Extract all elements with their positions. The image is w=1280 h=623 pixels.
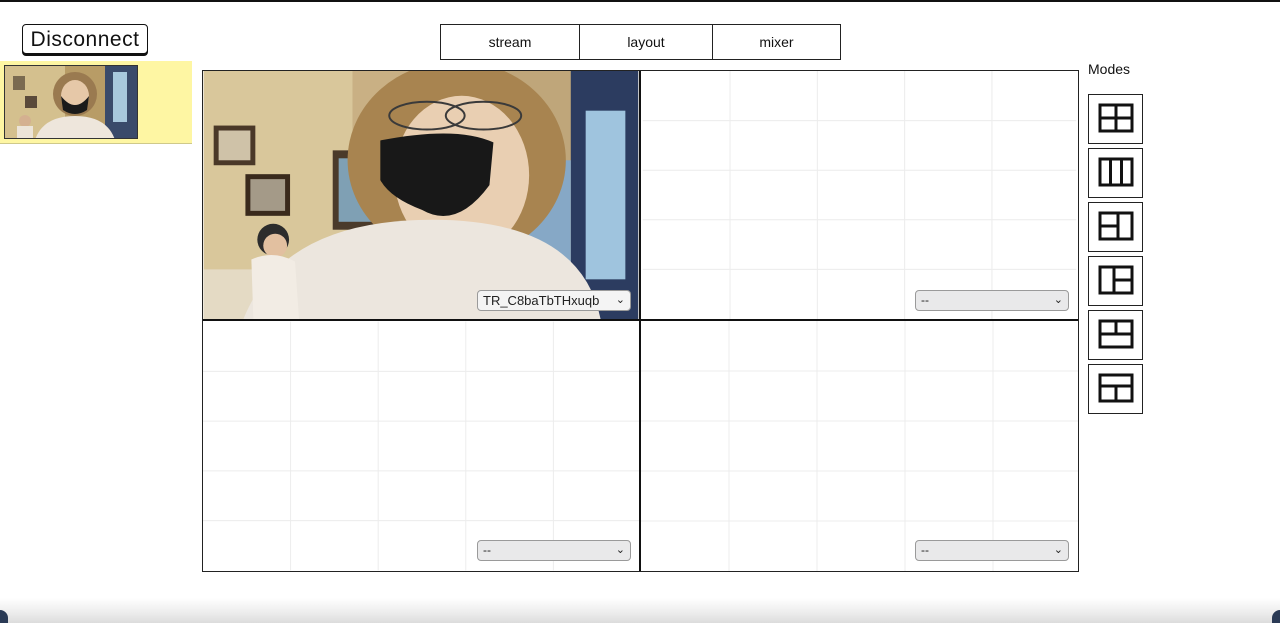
source-select-2[interactable]: -- ⌄ <box>915 290 1069 311</box>
tab-layout[interactable]: layout <box>580 25 713 59</box>
source-select-value: -- <box>921 543 929 557</box>
source-select-4[interactable]: -- ⌄ <box>915 540 1069 561</box>
mode-button-split-left[interactable] <box>1088 202 1143 252</box>
grid-cell-2[interactable]: -- ⌄ <box>641 71 1078 321</box>
source-select-3[interactable]: -- ⌄ <box>477 540 631 561</box>
chevron-down-icon: ⌄ <box>615 294 625 306</box>
top-border <box>0 0 1280 2</box>
empty-cell-grid <box>641 321 1078 571</box>
grid-cell-3[interactable]: -- ⌄ <box>203 321 641 571</box>
source-select-value: -- <box>483 543 491 557</box>
source-select-value: TR_C8baTbTHxuqb <box>483 293 600 308</box>
split-bottom-icon <box>1098 373 1134 403</box>
empty-cell-grid <box>642 71 1077 319</box>
window-bottom-shadow <box>0 598 1280 623</box>
empty-cell-grid <box>203 321 639 571</box>
layout-grid: TR_C8baTbTHxuqb ⌄ -- ⌄ -- ⌄ -- ⌄ <box>202 70 1079 572</box>
grid-2x2-icon <box>1098 103 1134 133</box>
split-left-icon <box>1098 211 1134 241</box>
disconnect-button[interactable]: Disconnect <box>22 24 148 54</box>
participant-thumbnail[interactable] <box>4 65 138 139</box>
chevron-down-icon: ⌄ <box>1053 544 1063 556</box>
chevron-down-icon: ⌄ <box>615 544 625 556</box>
mode-button-split-bottom[interactable] <box>1088 364 1143 414</box>
webcam-video-feed <box>203 71 639 319</box>
mode-button-columns-3[interactable] <box>1088 148 1143 198</box>
view-tabs: stream layout mixer <box>440 24 841 60</box>
participant-preview-panel <box>0 61 192 144</box>
grid-cell-4[interactable]: -- ⌄ <box>641 321 1078 571</box>
split-top-icon <box>1098 319 1134 349</box>
source-select-value: -- <box>921 293 929 307</box>
chevron-down-icon: ⌄ <box>1053 294 1063 306</box>
split-right-icon <box>1098 265 1134 295</box>
source-select-1[interactable]: TR_C8baTbTHxuqb ⌄ <box>477 290 631 311</box>
webcam-thumbnail-image <box>5 66 137 138</box>
tab-stream[interactable]: stream <box>441 25 580 59</box>
mode-button-split-right[interactable] <box>1088 256 1143 306</box>
tab-mixer[interactable]: mixer <box>713 25 840 59</box>
grid-cell-1[interactable]: TR_C8baTbTHxuqb ⌄ <box>203 71 641 321</box>
columns-3-icon <box>1098 157 1134 187</box>
mode-button-grid-2x2[interactable] <box>1088 94 1143 144</box>
modes-heading: Modes <box>1088 61 1131 77</box>
window-corner-right <box>1272 610 1280 623</box>
mode-button-split-top[interactable] <box>1088 310 1143 360</box>
